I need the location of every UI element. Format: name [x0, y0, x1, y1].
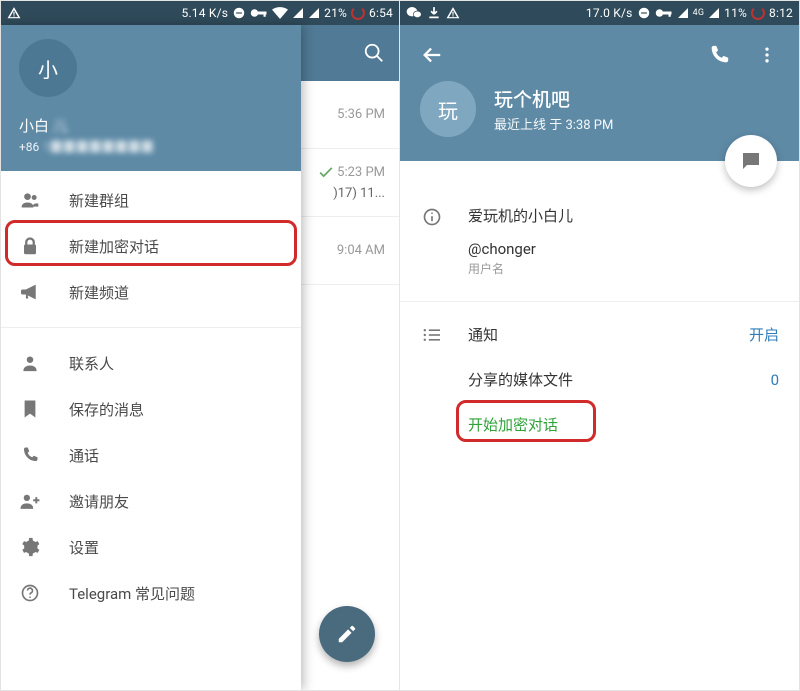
drawer-item-label: 新建加密对话: [69, 236, 159, 257]
status-battery: 11%: [724, 6, 747, 20]
dnd-icon: [637, 6, 651, 20]
more-vert-icon: [757, 45, 777, 65]
signal-icon: [708, 7, 720, 19]
signal-icon: [292, 7, 304, 19]
drawer-header[interactable]: 小 小白儿 +86 1▉▉▉▉▉▉▉▉: [1, 25, 301, 171]
status-time: 6:54: [369, 6, 393, 20]
drawer-item-invite-friends[interactable]: 邀请朋友: [1, 478, 301, 524]
warning-triangle-icon: [7, 6, 21, 20]
user-avatar[interactable]: 小: [19, 39, 77, 97]
status-time: 8:12: [769, 6, 793, 20]
setting-value: 0: [771, 371, 779, 389]
phone-icon: [19, 446, 41, 464]
vpn-key-icon: [250, 7, 268, 19]
drawer-item-label: 新建群组: [69, 190, 129, 211]
status-speed: 5.14 K/s: [182, 6, 229, 20]
phone-right: 17.0 K/s 4G 11% 8:12: [400, 1, 799, 690]
drawer-item-new-group[interactable]: 新建群组: [1, 177, 301, 223]
gear-icon: [19, 537, 41, 557]
profile-name: 玩个机吧: [494, 85, 613, 112]
warning-triangle-icon: [446, 6, 460, 20]
megaphone-icon: [19, 283, 41, 301]
profile-last-seen: 最近上线 于 3:38 PM: [494, 114, 613, 133]
status-speed: 17.0 K/s: [586, 6, 633, 20]
loading-circle-icon: [751, 6, 765, 20]
drawer-item-label: 保存的消息: [69, 399, 144, 420]
drawer-list-secondary: 联系人 保存的消息 通话: [1, 334, 301, 622]
setting-value: 开启: [749, 324, 779, 345]
row-notifications[interactable]: 通知 开启: [400, 312, 799, 357]
drawer-list-primary: 新建群组 新建加密对话 新建频道: [1, 171, 301, 321]
navigation-drawer: 小 小白儿 +86 1▉▉▉▉▉▉▉▉ 新建群组: [1, 25, 301, 690]
dnd-icon: [232, 6, 246, 20]
setting-label: 分享的媒体文件: [468, 369, 747, 390]
drawer-user-name: 小白儿: [19, 115, 283, 136]
loading-circle-icon: [351, 6, 365, 20]
drawer-item-label: 联系人: [69, 353, 114, 374]
message-fab[interactable]: [725, 135, 777, 187]
phone-icon: [708, 44, 730, 66]
drawer-item-label: 新建频道: [69, 282, 129, 303]
setting-label: 开始加密对话: [468, 414, 779, 435]
search-icon[interactable]: [363, 42, 385, 64]
drawer-item-label: 邀请朋友: [69, 491, 129, 512]
phone-left: 5.14 K/s 21% 6:54: [1, 1, 400, 690]
download-icon: [428, 6, 440, 20]
status-battery: 21%: [324, 6, 347, 20]
avatar-letter: 玩: [438, 95, 458, 124]
chat-time: 5:23 PM: [337, 165, 385, 180]
signal-icon: [677, 7, 689, 19]
drawer-item-new-secret-chat[interactable]: 新建加密对话: [1, 223, 301, 269]
vpn-key-icon: [655, 7, 673, 19]
status-bar: 5.14 K/s 21% 6:54: [1, 1, 399, 25]
chat-time: 5:36 PM: [337, 107, 385, 122]
profile-body: 爱玩机的小白儿 @chonger 用户名 通知 开启 分享的媒体文件 0 开始加…: [400, 161, 799, 447]
drawer-item-label: Telegram 常见问题: [69, 583, 195, 604]
drawer-user-phone: +86 1▉▉▉▉▉▉▉▉: [19, 138, 283, 155]
divider: [400, 301, 799, 302]
arrow-left-icon: [421, 44, 443, 66]
chat-time: 9:04 AM: [337, 243, 385, 258]
setting-label: 通知: [468, 324, 725, 345]
chat-icon: [739, 149, 763, 173]
info-icon: [420, 205, 444, 277]
check-icon: [319, 166, 333, 178]
wifi-icon: [272, 7, 288, 19]
divider: [1, 327, 301, 328]
list-icon: [420, 327, 444, 343]
profile-bio: 爱玩机的小白儿: [468, 205, 573, 226]
profile-username-label: 用户名: [468, 260, 573, 277]
drawer-item-label: 通话: [69, 445, 99, 466]
info-block: 爱玩机的小白儿 @chonger 用户名: [400, 201, 799, 295]
pencil-icon: [336, 623, 358, 645]
drawer-item-faq[interactable]: Telegram 常见问题: [1, 570, 301, 616]
status-network: 4G: [693, 8, 705, 18]
lock-icon: [19, 236, 41, 256]
contact-icon: [19, 354, 41, 372]
signal-icon: [308, 7, 320, 19]
drawer-item-label: 设置: [69, 537, 99, 558]
bookmark-icon: [19, 399, 41, 419]
status-bar: 17.0 K/s 4G 11% 8:12: [400, 1, 799, 25]
call-button[interactable]: [701, 37, 737, 73]
drawer-item-settings[interactable]: 设置: [1, 524, 301, 570]
chat-sub: )17) 11...: [333, 186, 385, 201]
compose-fab[interactable]: [319, 606, 375, 662]
back-button[interactable]: [414, 37, 450, 73]
drawer-item-saved-messages[interactable]: 保存的消息: [1, 386, 301, 432]
drawer-item-calls[interactable]: 通话: [1, 432, 301, 478]
row-start-secret-chat[interactable]: 开始加密对话: [400, 402, 799, 447]
group-icon: [19, 190, 41, 210]
row-shared-media[interactable]: 分享的媒体文件 0: [400, 357, 799, 402]
wechat-icon: [406, 6, 422, 20]
profile-avatar[interactable]: 玩: [420, 81, 476, 137]
drawer-item-contacts[interactable]: 联系人: [1, 340, 301, 386]
drawer-item-new-channel[interactable]: 新建频道: [1, 269, 301, 315]
more-button[interactable]: [749, 37, 785, 73]
profile-header: 玩 玩个机吧 最近上线 于 3:38 PM: [400, 25, 799, 161]
avatar-letter: 小: [38, 54, 58, 83]
profile-username[interactable]: @chonger: [468, 240, 573, 258]
add-user-icon: [19, 492, 41, 510]
help-icon: [19, 583, 41, 603]
